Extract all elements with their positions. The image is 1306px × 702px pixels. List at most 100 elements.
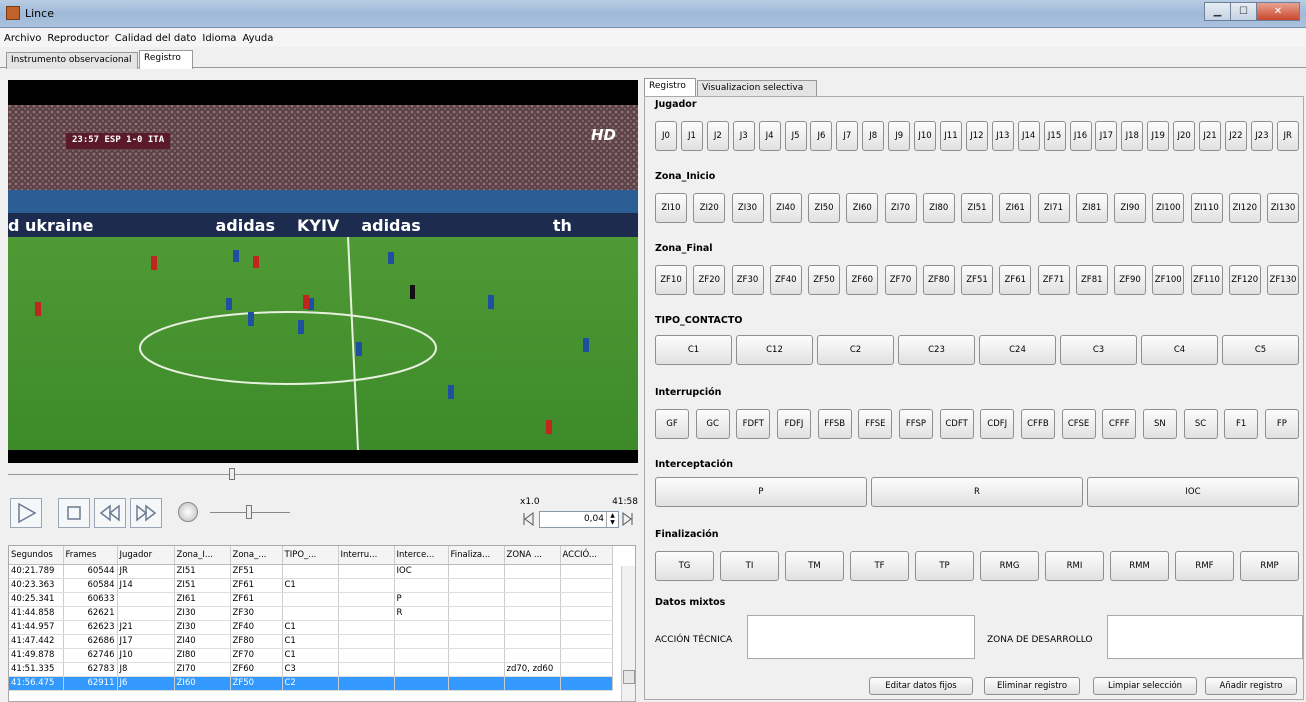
- column-header[interactable]: Segundos: [9, 546, 64, 565]
- code-button-zi71[interactable]: ZI71: [1037, 193, 1070, 223]
- code-button-zf100[interactable]: ZF100: [1152, 265, 1185, 295]
- menu-archivo[interactable]: Archivo: [4, 33, 41, 44]
- code-button-j11[interactable]: J11: [939, 121, 962, 151]
- column-header[interactable]: Zona_...: [230, 546, 283, 565]
- code-button-ffsb[interactable]: FFSB: [817, 409, 852, 439]
- code-button-zf120[interactable]: ZF120: [1228, 265, 1261, 295]
- menu-idioma[interactable]: Idioma: [202, 33, 236, 44]
- spin-arrows[interactable]: ▲ ▼: [606, 512, 618, 527]
- code-button-j20[interactable]: J20: [1173, 121, 1196, 151]
- code-button-j0[interactable]: J0: [655, 121, 677, 151]
- code-button-c4[interactable]: C4: [1141, 335, 1218, 365]
- code-button-rmf[interactable]: RMF: [1175, 551, 1234, 581]
- stop-button[interactable]: [58, 498, 90, 528]
- menu-ayuda[interactable]: Ayuda: [242, 33, 273, 44]
- code-button-zi70[interactable]: ZI70: [884, 193, 917, 223]
- code-button-zf71[interactable]: ZF71: [1037, 265, 1070, 295]
- code-button-zf60[interactable]: ZF60: [846, 265, 879, 295]
- code-button-j4[interactable]: J4: [758, 121, 781, 151]
- code-button-zi60[interactable]: ZI60: [846, 193, 879, 223]
- code-button-zi50[interactable]: ZI50: [808, 193, 840, 223]
- code-button-zf130[interactable]: ZF130: [1267, 265, 1299, 295]
- code-button-zi30[interactable]: ZI30: [731, 193, 764, 223]
- code-button-zf10[interactable]: ZF10: [655, 265, 687, 295]
- seek-handle[interactable]: [229, 468, 235, 480]
- column-header[interactable]: Jugador: [117, 546, 175, 565]
- table-row[interactable]: 41:47.442 62686 J17 ZI40 ZF80 C1: [9, 634, 613, 649]
- code-button-zi40[interactable]: ZI40: [769, 193, 802, 223]
- column-header[interactable]: Interru...: [338, 546, 395, 565]
- menu-calidad[interactable]: Calidad del dato: [115, 33, 197, 44]
- code-button-zi110[interactable]: ZI110: [1190, 193, 1223, 223]
- code-button-zf90[interactable]: ZF90: [1114, 265, 1146, 295]
- code-button-j12[interactable]: J12: [965, 121, 988, 151]
- code-button-gf[interactable]: GF: [655, 409, 689, 439]
- column-header[interactable]: Frames: [63, 546, 118, 565]
- code-button-j19[interactable]: J19: [1147, 121, 1170, 151]
- code-button-cdft[interactable]: CDFT: [939, 409, 974, 439]
- code-button-rmi[interactable]: RMI: [1045, 551, 1104, 581]
- code-button-j2[interactable]: J2: [706, 121, 729, 151]
- menu-reproductor[interactable]: Reproductor: [47, 33, 108, 44]
- code-button-j6[interactable]: J6: [810, 121, 833, 151]
- step-spinbox[interactable]: 0,04 ▲ ▼: [539, 511, 619, 528]
- code-button-ti[interactable]: TI: [720, 551, 779, 581]
- code-button-j22[interactable]: J22: [1224, 121, 1247, 151]
- code-button-j9[interactable]: J9: [888, 121, 911, 151]
- column-header[interactable]: ACCIÓ...: [560, 546, 613, 565]
- volume-handle[interactable]: [246, 505, 252, 519]
- accion-tecnica-field[interactable]: [747, 615, 975, 659]
- column-header[interactable]: ZONA ...: [504, 546, 561, 565]
- table-row[interactable]: 40:25.341 60633 ZI61 ZF61 P: [9, 592, 613, 607]
- table-row[interactable]: 41:56.475 62911 J6 ZI60 ZF50 C2: [9, 676, 613, 691]
- code-button-zf81[interactable]: ZF81: [1075, 265, 1108, 295]
- code-button-tp[interactable]: TP: [915, 551, 974, 581]
- code-button-j3[interactable]: J3: [732, 121, 755, 151]
- code-button-c24[interactable]: C24: [979, 335, 1056, 365]
- skip-back-icon[interactable]: [522, 512, 534, 526]
- anadir-registro-button[interactable]: Añadir registro: [1205, 677, 1297, 695]
- code-button-zf20[interactable]: ZF20: [693, 265, 726, 295]
- code-button-rmg[interactable]: RMG: [980, 551, 1039, 581]
- table-row[interactable]: 41:44.957 62623 J21 ZI30 ZF40 C1: [9, 620, 613, 635]
- code-button-zi130[interactable]: ZI130: [1267, 193, 1299, 223]
- code-button-zf30[interactable]: ZF30: [731, 265, 764, 295]
- limpiar-seleccion-button[interactable]: Limpiar selección: [1093, 677, 1197, 695]
- maximize-button[interactable]: ☐: [1230, 2, 1257, 21]
- code-button-zf110[interactable]: ZF110: [1190, 265, 1223, 295]
- code-button-j14[interactable]: J14: [1017, 121, 1040, 151]
- code-button-zi61[interactable]: ZI61: [999, 193, 1032, 223]
- code-button-cfff[interactable]: CFFF: [1102, 409, 1137, 439]
- column-header[interactable]: TIPO_...: [282, 546, 339, 565]
- code-button-f1[interactable]: F1: [1224, 409, 1259, 439]
- code-button-j21[interactable]: J21: [1199, 121, 1222, 151]
- code-button-p[interactable]: P: [655, 477, 867, 507]
- code-button-fdfj[interactable]: FDFJ: [776, 409, 811, 439]
- tab-registro-panel[interactable]: Registro: [644, 78, 696, 96]
- code-button-rmp[interactable]: RMP: [1240, 551, 1299, 581]
- play-button[interactable]: [10, 498, 42, 528]
- code-button-zi80[interactable]: ZI80: [922, 193, 955, 223]
- scroll-thumb[interactable]: [623, 670, 635, 684]
- code-button-rmm[interactable]: RMM: [1110, 551, 1169, 581]
- code-button-j8[interactable]: J8: [862, 121, 885, 151]
- video-player[interactable]: 23:57 ESP 1-0 ITA HD d ukraine adidas KY…: [8, 80, 638, 463]
- table-row[interactable]: 41:44.858 62621 ZI30 ZF30 R: [9, 606, 613, 621]
- minimize-button[interactable]: ▁: [1204, 2, 1231, 21]
- skip-forward-icon[interactable]: [622, 512, 634, 526]
- code-button-fdft[interactable]: FDFT: [736, 409, 771, 439]
- eliminar-registro-button[interactable]: Eliminar registro: [984, 677, 1080, 695]
- code-button-tf[interactable]: TF: [850, 551, 909, 581]
- table-row[interactable]: 41:51.335 62783 J8 ZI70 ZF60 C3 zd70, zd60: [9, 662, 613, 677]
- code-button-j16[interactable]: J16: [1069, 121, 1092, 151]
- fast-forward-button[interactable]: [130, 498, 162, 528]
- code-button-sn[interactable]: SN: [1142, 409, 1177, 439]
- code-button-zf70[interactable]: ZF70: [884, 265, 917, 295]
- code-button-zi90[interactable]: ZI90: [1114, 193, 1146, 223]
- code-button-c2[interactable]: C2: [817, 335, 894, 365]
- rewind-button[interactable]: [94, 498, 126, 528]
- code-button-jr[interactable]: JR: [1276, 121, 1299, 151]
- code-button-c3[interactable]: C3: [1060, 335, 1137, 365]
- code-button-ffsp[interactable]: FFSP: [898, 409, 933, 439]
- tab-visualizacion[interactable]: Visualizacion selectiva: [697, 80, 817, 96]
